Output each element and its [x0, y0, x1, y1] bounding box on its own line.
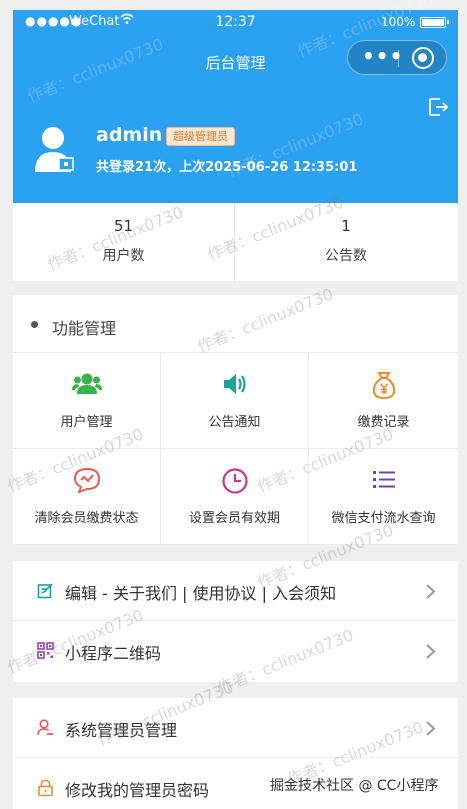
money-bag-icon [309, 371, 458, 399]
chat-clear-icon [13, 467, 160, 495]
stat-notices[interactable]: 1 公告数 [235, 203, 457, 281]
func-label: 用户管理 [60, 415, 113, 430]
qrcode-icon [37, 642, 54, 659]
miniprogram-capsule: ••• [347, 40, 447, 75]
more-menu-icon[interactable]: ••• [362, 43, 402, 73]
close-miniprogram-icon[interactable] [412, 47, 434, 69]
menu-label: 系统管理员管理 [65, 721, 178, 740]
footer-credit: 掘金技术社区 @ CC小程序 [270, 778, 439, 794]
menu-miniprogram-qrcode[interactable]: 小程序二维码 [13, 621, 458, 681]
lock-icon [37, 779, 54, 797]
status-bar: ●●●●● WeChat 12:37 100% [13, 10, 458, 34]
users-icon [13, 371, 160, 399]
chevron-right-icon [425, 583, 437, 600]
func-label: 清除会员缴费状态 [34, 511, 139, 526]
battery-icon [420, 17, 449, 28]
function-panel: 功能管理 用户管理 公告通知 缴费记录 清除会员缴费状态 设置会员有效期 微信支… [4, 284, 458, 545]
edit-icon [37, 582, 54, 599]
func-user-management[interactable]: 用户管理 [13, 353, 161, 449]
chevron-right-icon [425, 720, 437, 737]
menu-label: 编辑 - 关于我们 | 使用协议 | 入会须知 [65, 584, 337, 603]
stat-label: 公告数 [325, 248, 367, 264]
bullet-icon [31, 321, 38, 328]
battery-percent: 100% [381, 15, 416, 29]
speaker-icon [161, 371, 308, 399]
menu-label: 小程序二维码 [65, 644, 162, 663]
admin-user-icon [37, 719, 54, 736]
stat-users[interactable]: 51 用户数 [13, 203, 235, 281]
func-label: 公告通知 [208, 415, 261, 430]
func-set-membership-validity[interactable]: 设置会员有效期 [161, 449, 309, 545]
section-title: 功能管理 [52, 319, 117, 338]
func-clear-payment-status[interactable]: 清除会员缴费状态 [13, 449, 161, 545]
clock-icon [161, 467, 308, 495]
admin-username: admin [96, 124, 163, 146]
func-label: 缴费记录 [357, 415, 410, 430]
menu-label: 修改我的管理员密码 [65, 781, 210, 800]
func-notice[interactable]: 公告通知 [161, 353, 309, 449]
chevron-right-icon [425, 643, 437, 660]
stats-panel: 51 用户数 1 公告数 作者：cclinux0730 作者：cclinux07… [13, 192, 458, 281]
logout-icon[interactable] [427, 96, 449, 118]
stat-label: 用户数 [102, 248, 145, 264]
list-icon [309, 467, 458, 495]
func-label: 设置会员有效期 [188, 511, 280, 526]
stat-value: 51 [113, 217, 134, 235]
capsule-divider [398, 50, 399, 67]
profile-header: ●●●●● WeChat 12:37 100% 后台管理 ••• admin 超… [13, 0, 458, 203]
func-label: 微信支付流水查询 [331, 511, 436, 526]
func-wechat-pay-query[interactable]: 微信支付流水查询 [309, 449, 458, 545]
login-info: 共登录21次，上次2025-06-26 12:35:01 [96, 160, 358, 175]
func-payment-records[interactable]: 缴费记录 [309, 353, 458, 449]
avatar [35, 126, 77, 174]
menu-edit-pages[interactable]: 编辑 - 关于我们 | 使用协议 | 入会须知 [13, 561, 458, 621]
role-badge: 超级管理员 [166, 127, 235, 146]
settings-group-content: 编辑 - 关于我们 | 使用协议 | 入会须知 小程序二维码 作者：cclinu… [4, 520, 458, 697]
stat-value: 1 [341, 217, 351, 235]
function-panel-header: 功能管理 [13, 295, 458, 353]
menu-system-admin-management[interactable]: 系统管理员管理 [13, 698, 458, 758]
